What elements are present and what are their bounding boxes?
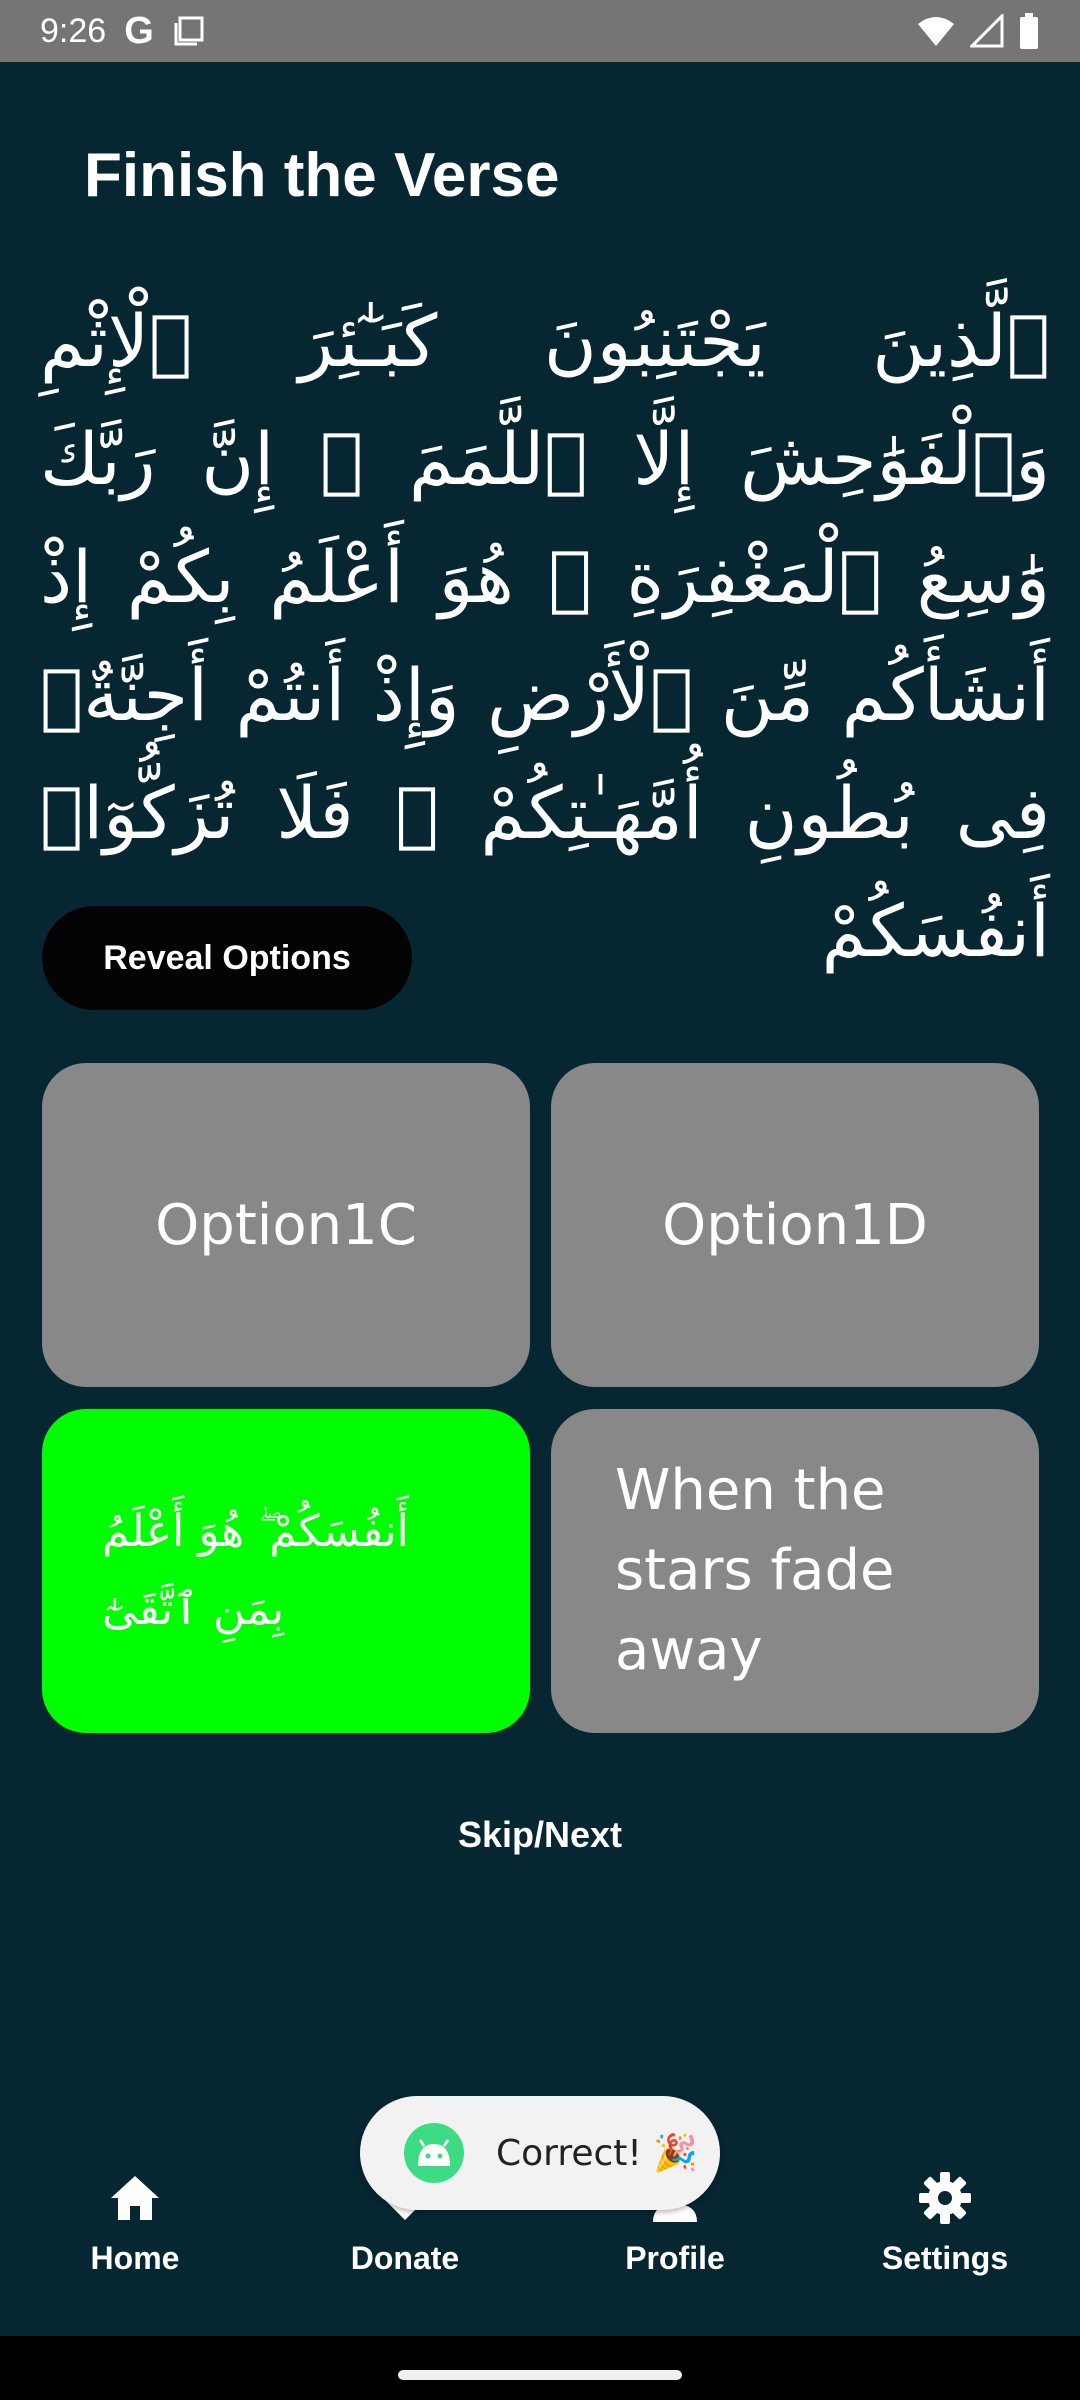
toast-message: Correct! 🎉	[360, 2096, 720, 2210]
wifi-icon	[918, 17, 954, 46]
skip-next-button[interactable]: Skip/Next	[0, 1814, 1080, 1856]
toast-text: Correct! 🎉	[496, 2133, 699, 2174]
option-label: Option1C	[155, 1192, 417, 1258]
android-icon	[404, 2123, 464, 2183]
battery-icon	[1020, 13, 1038, 49]
nav-label-profile: Profile	[625, 2240, 725, 2276]
nav-item-home[interactable]: Home	[0, 2118, 270, 2336]
option-button-2[interactable]: Option1D	[551, 1063, 1039, 1387]
status-time: 9:26	[40, 11, 107, 50]
gear-icon	[919, 2172, 971, 2224]
nav-label-donate: Donate	[350, 2240, 460, 2276]
home-icon	[111, 2176, 159, 2220]
option-label: When the stars fade away	[615, 1458, 895, 1683]
screenshot-icon	[174, 16, 204, 46]
google-icon: G	[124, 9, 154, 52]
option-label: أَنفُسَكُمْ ۖ هُوَ أَعْلَمُ بِمَنِ ٱتَّق…	[102, 1506, 409, 1635]
option-label: Option1D	[662, 1192, 928, 1258]
nav-item-settings[interactable]: Settings	[810, 2118, 1080, 2336]
reveal-options-button[interactable]: Reveal Options	[42, 906, 412, 1010]
option-button-4[interactable]: When the stars fade away	[551, 1409, 1039, 1733]
nav-label-settings: Settings	[881, 2240, 1009, 2276]
option-button-3-correct[interactable]: أَنفُسَكُمْ ۖ هُوَ أَعْلَمُ بِمَنِ ٱتَّق…	[42, 1409, 530, 1733]
nav-label-home: Home	[90, 2240, 180, 2276]
page-title: Finish the Verse	[84, 141, 560, 210]
gesture-navigation-area	[0, 2336, 1080, 2400]
home-gesture-handle[interactable]	[398, 2370, 682, 2380]
signal-icon	[970, 14, 1004, 48]
status-bar: 9:26 G	[0, 0, 1080, 62]
verse-text: ٱلَّذِينَ يَجْتَنِبُونَ كَبَـٰٓئِرَ ٱلْإ…	[40, 299, 1050, 973]
option-button-1[interactable]: Option1C	[42, 1063, 530, 1387]
